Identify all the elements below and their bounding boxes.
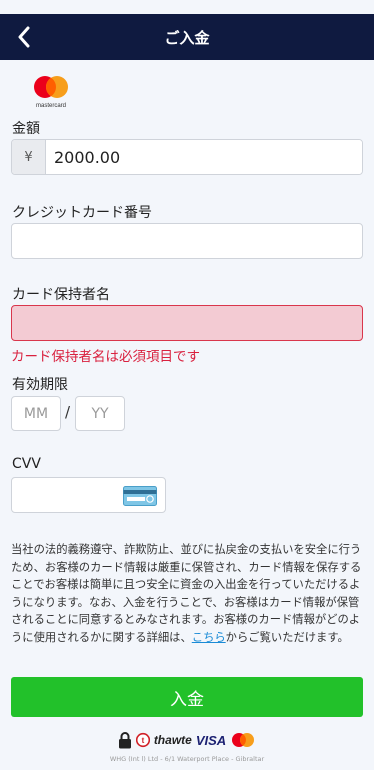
thawte-logo: thawte (153, 733, 192, 747)
page-title: ご入金 (164, 28, 210, 47)
mastercard-logo-text: mastercard (36, 103, 66, 109)
cvv-label: CVV (12, 456, 41, 472)
security-badges: t thawte VISA (0, 729, 374, 751)
amount-field[interactable]: ¥ (11, 139, 363, 175)
notice-text: 当社の法的義務遵守、詐欺防止、並びに払戻金の支払いを安全に行うため、お客様のカー… (11, 543, 362, 644)
mastercard-logo: mastercard (29, 74, 73, 110)
chevron-left-icon (18, 26, 30, 48)
amount-label: 金額 (12, 121, 40, 137)
mastercard-badge-icon (232, 733, 255, 747)
cvv-field[interactable] (11, 477, 166, 513)
status-area (0, 0, 374, 14)
card-number-field[interactable] (11, 223, 363, 259)
lock-icon (118, 732, 131, 749)
card-holder-label: カード保持者名 (12, 287, 110, 303)
card-holder-field[interactable] (11, 305, 363, 341)
visa-logo: VISA (195, 732, 227, 748)
thawte-seal-icon: t (135, 732, 150, 748)
expiry-month-field[interactable] (11, 396, 61, 431)
header-bar: ご入金 (0, 14, 374, 60)
cvv-input[interactable] (12, 478, 112, 512)
amount-input[interactable] (46, 140, 362, 174)
currency-symbol: ¥ (12, 140, 46, 174)
svg-text:t: t (141, 736, 144, 745)
company-footer: WHG (Int l) Ltd - 6/1 Waterport Place - … (109, 755, 265, 763)
expiry-year-input[interactable] (76, 397, 124, 430)
expiry-year-field[interactable] (75, 396, 125, 431)
storage-notice: 当社の法的義務遵守、詐欺防止、並びに払戻金の支払いを安全に行うため、お客様のカー… (11, 541, 363, 646)
card-number-input[interactable] (12, 224, 362, 258)
card-cvv-icon (123, 486, 157, 506)
deposit-button[interactable]: 入金 (11, 677, 363, 717)
notice-suffix: からご覧いただけます。 (225, 630, 349, 644)
card-holder-input[interactable] (12, 306, 362, 340)
expiry-label: 有効期限 (12, 377, 68, 393)
card-holder-error: カード保持者名は必須項目です (11, 349, 200, 365)
back-button[interactable] (10, 22, 38, 52)
expiry-separator: / (65, 403, 71, 421)
notice-link[interactable]: こちら (192, 631, 226, 644)
card-number-label: クレジットカード番号 (12, 205, 152, 221)
expiry-month-input[interactable] (12, 397, 60, 430)
